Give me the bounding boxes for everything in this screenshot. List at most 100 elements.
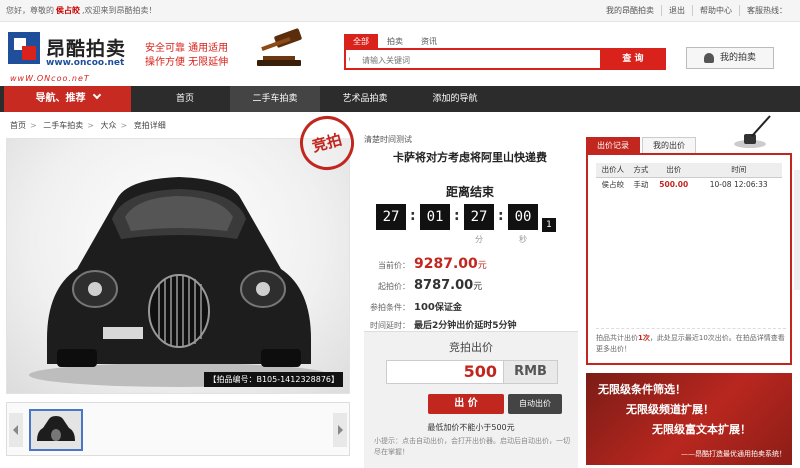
chevron-down-icon xyxy=(92,90,101,100)
cell-price: 500.00 xyxy=(659,179,689,189)
bid-tip: 小提示：点击自动出价，会打开出价器。启动后自动出价，一切尽在掌握！ xyxy=(374,437,570,456)
bid-records-table: 出价人 方式 出价 时间 侯占皎 手动 500.00 10-08 12:06:3… xyxy=(596,163,782,191)
test-label: 清楚时间测试 xyxy=(364,135,412,144)
search-input[interactable] xyxy=(350,53,598,67)
condition-label: 参拍条件： xyxy=(370,303,410,312)
top-bar: 您好，尊敬的 侯占皎 ,欢迎来到昂酷拍卖！ 我的昂酷拍卖 退出 帮助中心 客服热线： xyxy=(0,0,800,22)
logo-icon[interactable] xyxy=(8,32,40,64)
promo-line-1: 无限级条件筛选！ xyxy=(598,383,686,396)
tab-bid-records[interactable]: 出价记录 xyxy=(586,137,640,153)
nav-recommend-dropdown[interactable]: 导航、推荐 xyxy=(4,86,131,112)
bid-panel-title: 竞拍出价 xyxy=(449,341,493,354)
product-image[interactable]: 【拍品编号：B105-1412328876】 xyxy=(6,138,350,394)
countdown-colon: : xyxy=(454,208,460,224)
breadcrumb-brand[interactable]: 大众 xyxy=(101,121,117,130)
car-thumbnail-illustration xyxy=(31,411,81,449)
countdown-colon: : xyxy=(410,208,416,224)
brand-name[interactable]: 昂酷拍卖 xyxy=(46,34,126,61)
breadcrumb-home[interactable]: 首页 xyxy=(10,121,26,130)
nav-item-art[interactable]: 艺术品拍卖 xyxy=(320,86,410,112)
countdown-days: 27 xyxy=(376,204,406,230)
countdown-ms: 1 xyxy=(542,218,556,232)
promo-line-2: 无限级频道扩展！ xyxy=(626,403,714,416)
search-tab-auction[interactable]: 拍卖 xyxy=(378,34,412,49)
bid-button[interactable]: 出 价 xyxy=(428,394,504,414)
current-price-unit: 元 xyxy=(477,261,487,271)
countdown-label: 距离结束 xyxy=(445,185,494,199)
search-box: 查 询 xyxy=(344,48,666,70)
current-price-label: 当前价： xyxy=(378,261,410,270)
countdown-seconds-unit: 秒 xyxy=(519,235,527,244)
greeting-suffix: ,欢迎来到昂酷拍卖！ xyxy=(82,6,157,15)
records-note-prefix: 拍品共计出价 xyxy=(596,334,638,342)
current-price: 9287.00 xyxy=(414,256,478,272)
countdown-minutes-unit: 分 xyxy=(475,235,483,244)
start-price-unit: 元 xyxy=(473,282,483,292)
start-price-row: 起拍价： 8787.00 元 xyxy=(366,278,578,300)
slogan: 安全可靠 通用适用 操作方便 无限延伸 xyxy=(145,42,245,70)
thumbnail-strip xyxy=(6,402,350,456)
gavel-icon xyxy=(257,28,302,66)
top-links: 我的昂酷拍卖 退出 帮助中心 客服热线： xyxy=(599,5,794,16)
help-center-link[interactable]: 帮助中心 xyxy=(692,5,739,16)
countdown-timer: 27 : 01 : 27 分 : 00 秒 1 xyxy=(376,204,576,244)
thumb-prev-arrow-icon[interactable] xyxy=(9,413,23,447)
brand-url: www.oncoo.net xyxy=(46,58,125,68)
breadcrumb-current: 竞拍详细 xyxy=(133,121,166,130)
search-tabs: 全部 拍卖 资讯 xyxy=(344,34,446,49)
search-tab-all[interactable]: 全部 xyxy=(344,34,378,49)
lot-number-label: 【拍品编号：B105-1412328876】 xyxy=(204,372,343,387)
promo-line-3: 无限级富文本扩展！ xyxy=(652,423,751,436)
countdown-hours: 01 xyxy=(420,204,450,230)
records-note: 拍品共计出价1次，此处显示最近10次出价。在拍品详情查看更多出价！ xyxy=(596,328,786,355)
countdown-colon: : xyxy=(498,208,504,224)
pen-icon xyxy=(734,115,771,148)
nav-item-used-car[interactable]: 二手车拍卖 xyxy=(230,86,320,112)
thumb-next-arrow-icon[interactable] xyxy=(333,413,347,447)
bid-amount-input[interactable]: 500 xyxy=(386,360,504,384)
breadcrumb-used-car[interactable]: 二手车拍卖 xyxy=(43,121,83,130)
bid-currency-unit: RMB xyxy=(504,360,558,384)
my-auction-button[interactable]: 我的拍卖 xyxy=(686,47,774,69)
main-nav: 导航、推荐 首页 二手车拍卖 艺术品拍卖 添加的导航 xyxy=(0,86,800,112)
thumbnail-image[interactable] xyxy=(29,409,83,451)
wordmark: wwW.ONcoo.neT xyxy=(10,74,90,83)
start-price: 8787.00 xyxy=(414,278,474,293)
slogan-line-1: 安全可靠 通用适用 xyxy=(145,43,229,54)
nav-item-added[interactable]: 添加的导航 xyxy=(410,86,500,112)
records-tabs: 出价记录 我的出价 xyxy=(586,137,698,153)
car-illustration xyxy=(29,177,329,387)
min-increment-note: 最低加价不能小于500元 xyxy=(427,423,515,432)
nav-item-home[interactable]: 首页 xyxy=(140,86,230,112)
promo-banner[interactable]: 无限级条件筛选！ 无限级频道扩展！ 无限级富文本扩展！ ——昂酷打造最优通用拍卖… xyxy=(586,373,792,465)
col-method: 方式 xyxy=(629,163,653,178)
my-oncoo-link[interactable]: 我的昂酷拍卖 xyxy=(599,5,661,16)
tab-my-bids[interactable]: 我的出价 xyxy=(642,137,696,153)
col-bidder: 出价人 xyxy=(596,163,630,178)
logout-link[interactable]: 退出 xyxy=(661,5,692,16)
side-float-tab[interactable] xyxy=(794,170,800,290)
extend-label: 时间延时： xyxy=(370,321,410,330)
cell-bidder: 侯占皎 xyxy=(601,179,625,189)
cell-time: 10-08 12:06:33 xyxy=(709,179,768,189)
bid-records-panel: 出价人 方式 出价 时间 侯占皎 手动 500.00 10-08 12:06:3… xyxy=(586,153,792,365)
col-time: 时间 xyxy=(695,163,782,178)
current-price-row: 当前价： 9287.00 元 xyxy=(366,256,578,278)
product-title: 卡萨将对方考虑将阿里山快递费 xyxy=(393,151,547,164)
search-button[interactable]: 查 询 xyxy=(600,48,666,70)
countdown-minutes: 27 xyxy=(464,204,494,230)
breadcrumb: 首页 > 二手车拍卖 > 大众 > 竞拍详细 xyxy=(10,121,166,130)
records-note-count: 1次 xyxy=(638,334,650,342)
condition-row: 参拍条件： 100 保证金 xyxy=(366,300,578,318)
countdown-seconds: 00 xyxy=(508,204,538,230)
col-price: 出价 xyxy=(652,163,696,178)
extend-value: 最后2分钟出价延时5分钟 xyxy=(414,321,517,331)
auto-bid-button[interactable]: 自动出价 xyxy=(508,394,562,414)
greeting: 您好，尊敬的 侯占皎 ,欢迎来到昂酷拍卖！ xyxy=(6,5,157,16)
table-row: 侯占皎 手动 500.00 10-08 12:06:33 xyxy=(596,177,782,191)
search-tab-news[interactable]: 资讯 xyxy=(412,34,446,49)
auction-info: 清楚时间测试 卡萨将对方考虑将阿里山快递费 距离结束 27 : 01 : 27 … xyxy=(364,134,576,331)
username-link[interactable]: 侯占皎 xyxy=(56,6,80,15)
cell-method: 手动 xyxy=(633,179,649,189)
my-auction-label: 我的拍卖 xyxy=(719,53,756,63)
